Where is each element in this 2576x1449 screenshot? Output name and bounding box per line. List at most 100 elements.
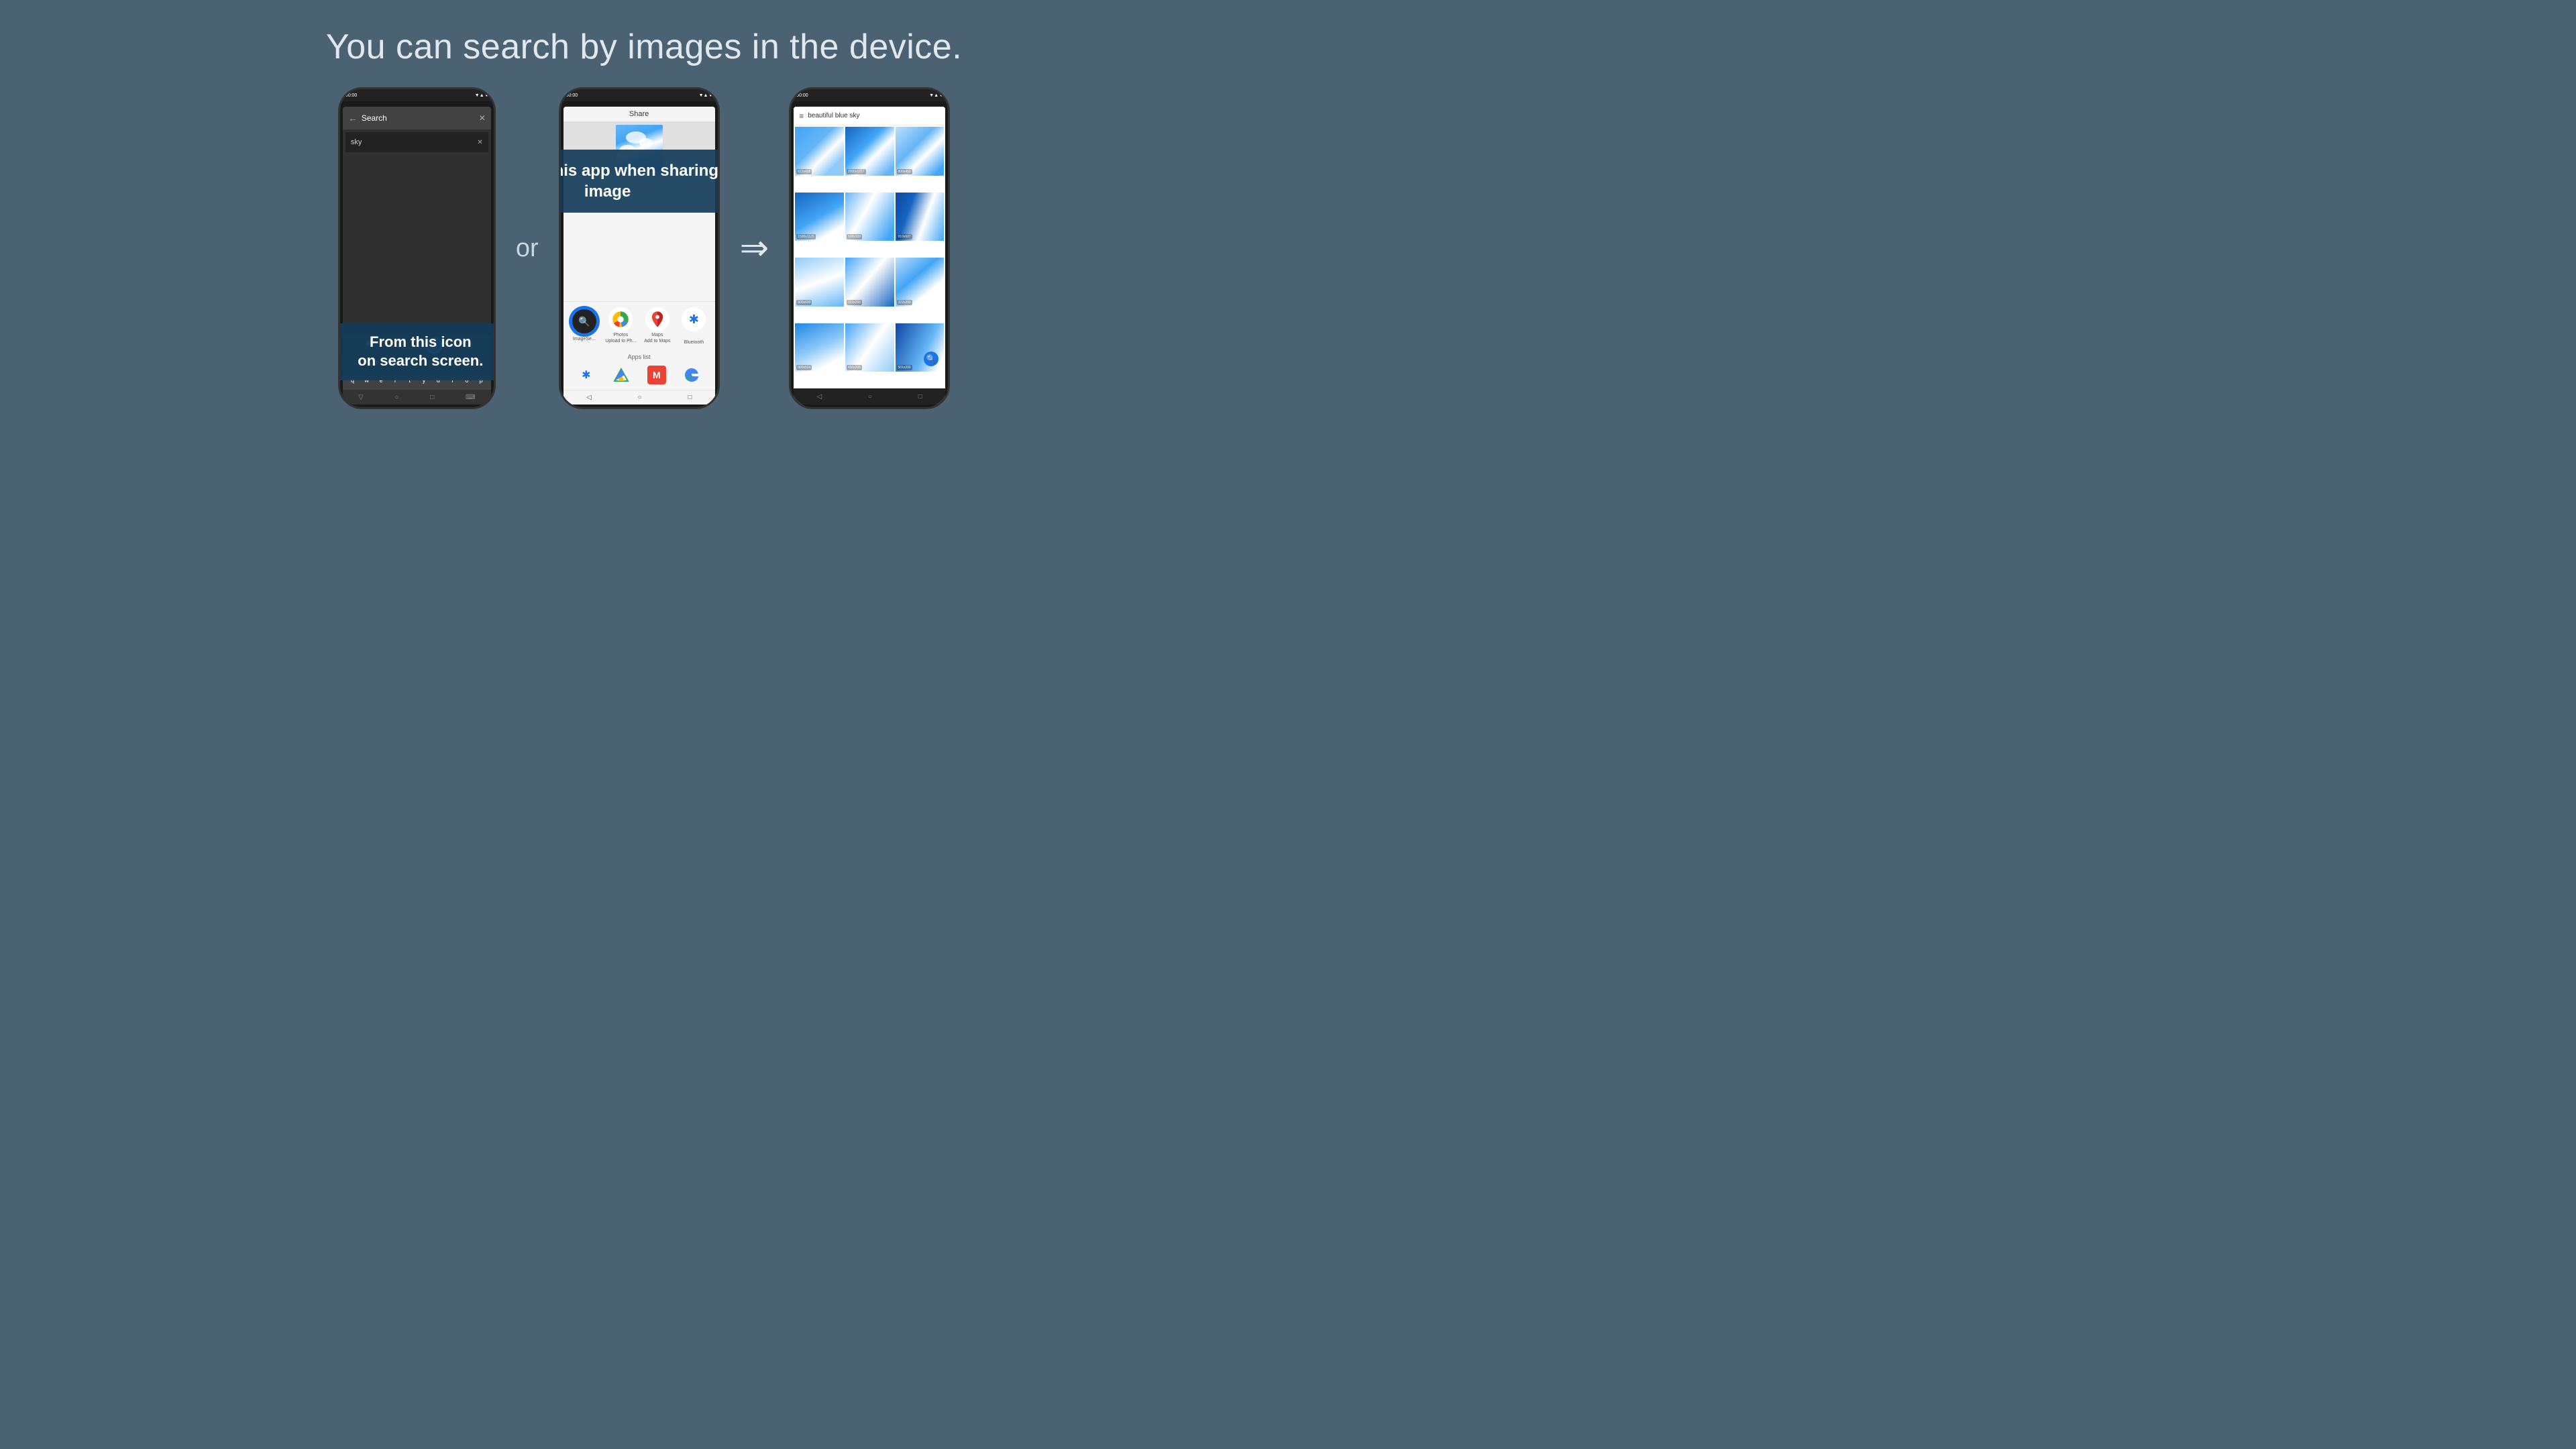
share-apps-row: 🔍 ImageSe... Photo bbox=[564, 301, 715, 351]
sky-thumb-8 bbox=[845, 258, 894, 307]
sky-thumb-7 bbox=[795, 258, 844, 307]
photos-svg-icon bbox=[611, 310, 630, 329]
share-apps-row2: ✱ M bbox=[564, 363, 715, 390]
sky-thumb-3 bbox=[896, 127, 945, 176]
phone2-tooltip-text: Select this app when sharing image bbox=[559, 162, 718, 201]
phone3: 00:00 ▼▲ ● ≡ beautiful blue sky 612x408 … bbox=[789, 87, 950, 409]
grid-cell-5[interactable]: 508x339 bbox=[845, 193, 894, 241]
phone2-time: 00:00 bbox=[566, 93, 578, 98]
phone1-main-area bbox=[343, 155, 491, 336]
phone2-nav-home[interactable]: ○ bbox=[637, 394, 641, 401]
phone1-query-text: sky bbox=[351, 138, 478, 146]
phone3-time: 00:00 bbox=[796, 93, 808, 98]
maps-svg-icon bbox=[648, 310, 667, 329]
phone1-status-bar: 00:00 ▼▲ ● bbox=[340, 89, 494, 101]
maps-icon[interactable] bbox=[645, 307, 669, 331]
thumb-label-11: 450x200 bbox=[847, 365, 862, 370]
thumb-label-6: 910x607 bbox=[897, 234, 912, 239]
sky-thumb-1 bbox=[795, 127, 844, 176]
query-clear-icon[interactable]: ✕ bbox=[477, 139, 482, 146]
phone3-nav-back[interactable]: ◁ bbox=[817, 393, 822, 400]
phone2-tooltip: Select this app when sharing image bbox=[559, 150, 720, 213]
phone1-tooltip-line2: on search screen. bbox=[358, 352, 483, 369]
phone3-nav-recent[interactable]: □ bbox=[918, 393, 922, 400]
grid-cell-7[interactable]: 600x600 bbox=[795, 258, 844, 307]
phone3-status-bar: 00:00 ▼▲ ● bbox=[791, 89, 948, 101]
phone3-nav-home[interactable]: ○ bbox=[868, 393, 872, 400]
google-small-icon[interactable] bbox=[682, 366, 701, 384]
drive-svg bbox=[613, 367, 629, 383]
grid-cell-6[interactable]: 910x607 bbox=[896, 193, 945, 241]
nav-keyboard-icon[interactable]: ⌨ bbox=[466, 394, 475, 401]
grid-cell-12[interactable]: 501x200 🔍 bbox=[896, 323, 945, 372]
sky-thumb-9 bbox=[896, 258, 945, 307]
app-item-photos[interactable]: PhotosUpload to Ph... bbox=[604, 307, 637, 344]
imagesearch-icon[interactable]: 🔍 bbox=[570, 307, 598, 335]
thumb-label-3: 800x451 bbox=[897, 169, 912, 174]
clear-search-icon[interactable]: ✕ bbox=[479, 113, 486, 123]
thumb-label-5: 508x339 bbox=[847, 234, 862, 239]
thumb-label-7: 600x600 bbox=[796, 300, 812, 305]
phone1-nav-bar: ▽ ○ □ ⌨ bbox=[343, 390, 491, 405]
phone1-search-field[interactable]: Search bbox=[362, 113, 475, 123]
phone2-nav-back[interactable]: ◁ bbox=[586, 394, 592, 401]
phone2-status-bar: 00:00 ▼▲ ● bbox=[561, 89, 718, 101]
bluetooth-icon[interactable]: ✱ bbox=[682, 307, 706, 331]
thumb-label-10: 800x534 bbox=[796, 365, 812, 370]
thumb-label-8: 322x200 bbox=[847, 300, 862, 305]
thumb-label-4: 1500x1125 bbox=[796, 234, 815, 239]
imagesearch-label: ImageSe... bbox=[573, 337, 596, 342]
drive-small-icon[interactable] bbox=[612, 366, 631, 384]
nav-back-icon[interactable]: ▽ bbox=[358, 394, 364, 401]
nav-home-icon[interactable]: ○ bbox=[395, 394, 399, 401]
photos-label: PhotosUpload to Ph... bbox=[605, 333, 636, 344]
phone1: 00:00 ▼▲ ● ← Search ✕ sky ✕ 🎤 ⬆ ⊡ bbox=[338, 87, 496, 409]
phones-row: 00:00 ▼▲ ● ← Search ✕ sky ✕ 🎤 ⬆ ⊡ bbox=[0, 87, 1288, 409]
phone1-time: 00:00 bbox=[345, 93, 358, 98]
thumb-label-2: 2000x1217 bbox=[847, 169, 866, 174]
phone1-tooltip: From this icon on search screen. bbox=[338, 323, 496, 380]
or-label: or bbox=[516, 234, 539, 263]
bt-small-icon[interactable]: ✱ bbox=[577, 366, 596, 384]
phone3-results-header: ≡ beautiful blue sky bbox=[794, 107, 945, 125]
photos-icon[interactable] bbox=[608, 307, 633, 331]
thumb-label-12: 501x200 bbox=[897, 365, 912, 370]
page-title: You can search by images in the device. bbox=[326, 27, 962, 67]
nav-recent-icon[interactable]: □ bbox=[430, 394, 434, 401]
phone1-search-bar: ← Search ✕ bbox=[343, 107, 491, 129]
thumb-label-1: 612x408 bbox=[796, 169, 812, 174]
sky-thumb-2 bbox=[845, 127, 894, 176]
app-item-imagesearch[interactable]: 🔍 ImageSe... bbox=[568, 307, 600, 342]
thumb-label-9: 322x200 bbox=[897, 300, 912, 305]
grid-cell-2[interactable]: 2000x1217 bbox=[845, 127, 894, 176]
gmail-small-icon[interactable]: M bbox=[647, 366, 666, 384]
apps-list-label: Apps list bbox=[564, 351, 715, 363]
grid-cell-9[interactable]: 322x200 bbox=[896, 258, 945, 307]
grid-cell-11[interactable]: 450x200 bbox=[845, 323, 894, 372]
share-header: Share bbox=[564, 107, 715, 121]
app-item-maps[interactable]: MapsAdd to Maps bbox=[641, 307, 674, 344]
share-title: Share bbox=[629, 110, 649, 118]
phone3-signal-icons: ▼▲ ● bbox=[929, 93, 943, 98]
app-item-bluetooth[interactable]: ✱ Apps list Bluetooth bbox=[678, 307, 710, 345]
results-title: beautiful blue sky bbox=[808, 112, 859, 119]
phone3-nav-bar: ◁ ○ □ bbox=[794, 388, 945, 405]
grid-cell-1[interactable]: 612x408 bbox=[795, 127, 844, 176]
grid-cell-3[interactable]: 800x451 bbox=[896, 127, 945, 176]
hamburger-icon[interactable]: ≡ bbox=[799, 111, 804, 121]
phone2-nav-recent[interactable]: □ bbox=[688, 394, 692, 401]
grid-cell-8[interactable]: 322x200 bbox=[845, 258, 894, 307]
bluetooth-label-visible: Bluetooth bbox=[684, 340, 704, 345]
arrow-label: ⇒ bbox=[740, 228, 769, 268]
grid-cell-4[interactable]: 1500x1125 bbox=[795, 193, 844, 241]
back-arrow-icon[interactable]: ← bbox=[348, 113, 358, 123]
google-svg bbox=[684, 367, 700, 383]
phone3-screen: ≡ beautiful blue sky 612x408 2000x1217 8… bbox=[794, 107, 945, 405]
phone1-tooltip-line1: From this icon bbox=[370, 333, 472, 350]
bluetooth-symbol: ✱ bbox=[689, 313, 699, 327]
maps-label: MapsAdd to Maps bbox=[644, 333, 670, 344]
phone2-nav-bar: ◁ ○ □ bbox=[564, 390, 715, 405]
grid-cell-10[interactable]: 800x534 bbox=[795, 323, 844, 372]
phone2: 00:00 ▼▲ ● Share bbox=[559, 87, 720, 409]
phone1-signal-icons: ▼▲ ● bbox=[475, 93, 488, 98]
